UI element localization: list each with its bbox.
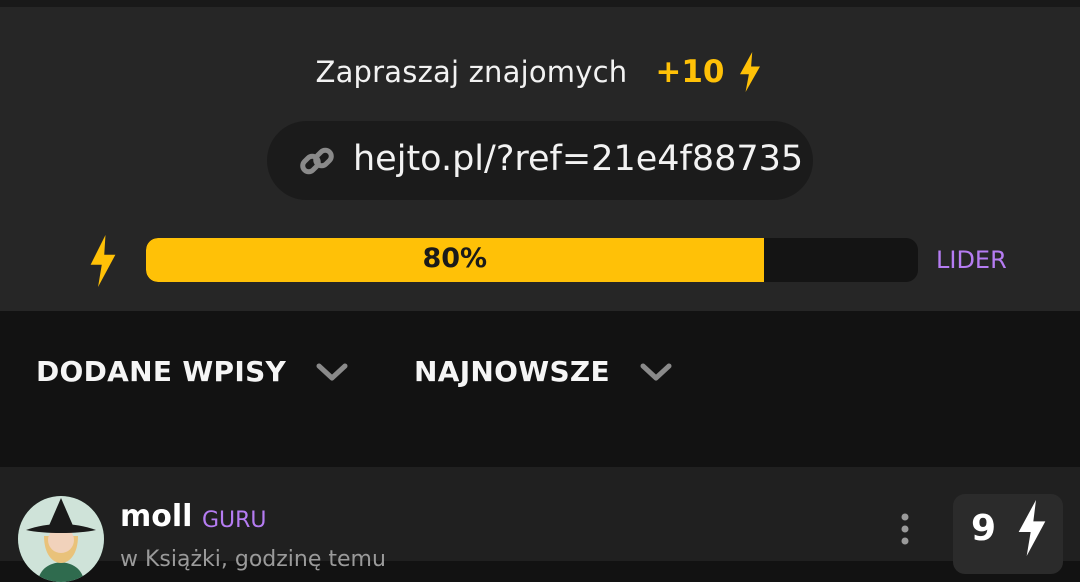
filter-dropdown-entries[interactable]: DODANE WPISY [36, 355, 348, 388]
referral-url: hejto.pl/?ref=21e4f88735 [353, 139, 804, 179]
progress-bar: 80% [146, 238, 918, 282]
top-strip [0, 0, 1080, 7]
filter-label: NAJNOWSZE [414, 355, 610, 388]
avatar[interactable] [18, 496, 104, 582]
chevron-down-icon [640, 363, 672, 380]
invite-bonus: +10 [655, 54, 725, 90]
lightning-icon [740, 52, 761, 92]
link-icon [300, 147, 334, 175]
filter-label: DODANE WPISY [36, 355, 287, 388]
upvote-count: 9 [971, 508, 997, 549]
post-card: moll GURU w Książki, godzinę temu 9 [0, 467, 1080, 582]
upvote-button[interactable]: 9 [953, 494, 1063, 574]
more-vertical-icon[interactable] [898, 513, 912, 545]
post-author[interactable]: moll [120, 499, 192, 534]
referral-link-button[interactable]: hejto.pl/?ref=21e4f88735 [267, 121, 813, 200]
lightning-icon [1018, 500, 1046, 556]
invite-card: Zapraszaj znajomych +10 hejto.pl/?ref=21… [0, 7, 1080, 311]
filter-bar: DODANE WPISY NAJNOWSZE [0, 311, 1080, 467]
author-rank-badge: GURU [202, 508, 267, 533]
invite-row: Zapraszaj znajomych +10 [0, 52, 1080, 92]
lightning-icon [90, 235, 116, 287]
progress-label: 80% [422, 243, 488, 274]
post-meta: w Książki, godzinę temu [120, 547, 386, 572]
filter-dropdown-sort[interactable]: NAJNOWSZE [414, 355, 672, 388]
chevron-down-icon [316, 363, 348, 380]
progress-row: 80% LIDER [0, 235, 1080, 289]
rank-label: LIDER [936, 246, 1007, 274]
invite-text: Zapraszaj znajomych [315, 55, 628, 89]
avatar-image [18, 496, 104, 582]
